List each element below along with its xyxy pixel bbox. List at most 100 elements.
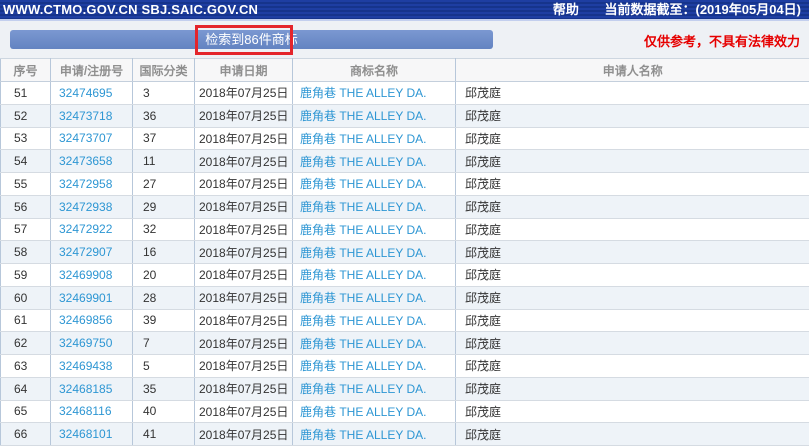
result-count-banner[interactable]: 检索到86件商标: [10, 30, 493, 49]
table-row: 56 32472938 29 2018年07月25日 鹿角巷 THE ALLEY DA.…: [0, 195, 809, 219]
trademark-name-link[interactable]: 鹿角巷 THE ALLEY DA.: [300, 291, 427, 305]
trademark-name-link[interactable]: 鹿角巷 THE ALLEY DA.: [300, 86, 427, 100]
table-row: 66 32468101 41 2018年07月25日 鹿角巷 THE ALLEY DA.…: [0, 422, 809, 446]
header-trademark-name: 商标名称: [292, 58, 456, 82]
header-applicant-name: 申请人名称: [455, 58, 809, 82]
cell-seq: 66: [0, 422, 51, 446]
results-table-body: 51 32474695 3 2018年07月25日 鹿角巷 THE ALLEY DA. 邱…: [0, 81, 809, 446]
cell-applicant-name: 邱茂庭: [455, 400, 809, 424]
table-cell: 鹿角巷 THE ALLEY DA.: [292, 172, 456, 196]
topbar-right-group: 帮助 当前数据截至：(2019年05月04日): [553, 0, 801, 19]
cell-intl-class: 37: [132, 127, 195, 151]
application-number-link[interactable]: 32473658: [59, 154, 112, 168]
trademark-name-link[interactable]: 鹿角巷 THE ALLEY DA.: [300, 223, 427, 237]
table-cell: 32469856: [50, 309, 133, 333]
table-cell: 鹿角巷 THE ALLEY DA.: [292, 240, 456, 264]
cell-intl-class: 40: [132, 400, 195, 424]
application-number-link[interactable]: 32469438: [59, 359, 112, 373]
cell-seq: 59: [0, 263, 51, 287]
table-cell: 32468185: [50, 377, 133, 401]
cell-seq: 51: [0, 81, 51, 105]
table-cell: 32474695: [50, 81, 133, 105]
table-cell: 32473718: [50, 104, 133, 128]
legal-disclaimer-text: 仅供参考，不具有法律效力: [643, 34, 800, 49]
trademark-name-link[interactable]: 鹿角巷 THE ALLEY DA.: [300, 405, 427, 419]
cell-seq: 52: [0, 104, 51, 128]
cell-application-date: 2018年07月25日: [194, 309, 293, 333]
table-row: 62 32469750 7 2018年07月25日 鹿角巷 THE ALLEY DA. 邱…: [0, 331, 809, 355]
cell-intl-class: 28: [132, 286, 195, 310]
trademark-name-link[interactable]: 鹿角巷 THE ALLEY DA.: [300, 337, 427, 351]
cell-seq: 57: [0, 218, 51, 242]
trademark-name-link[interactable]: 鹿角巷 THE ALLEY DA.: [300, 177, 427, 191]
cell-application-date: 2018年07月25日: [194, 286, 293, 310]
application-number-link[interactable]: 32473707: [59, 131, 112, 145]
table-cell: 鹿角巷 THE ALLEY DA.: [292, 331, 456, 355]
trademark-name-link[interactable]: 鹿角巷 THE ALLEY DA.: [300, 268, 427, 282]
help-link[interactable]: 帮助: [553, 2, 579, 17]
table-cell: 鹿角巷 THE ALLEY DA.: [292, 104, 456, 128]
cell-intl-class: 32: [132, 218, 195, 242]
cell-application-date: 2018年07月25日: [194, 172, 293, 196]
application-number-link[interactable]: 32469901: [59, 291, 112, 305]
trademark-name-link[interactable]: 鹿角巷 THE ALLEY DA.: [300, 382, 427, 396]
cell-intl-class: 16: [132, 240, 195, 264]
cell-intl-class: 29: [132, 195, 195, 219]
table-cell: 32468101: [50, 422, 133, 446]
cell-seq: 54: [0, 149, 51, 173]
table-row: 60 32469901 28 2018年07月25日 鹿角巷 THE ALLEY DA.…: [0, 286, 809, 310]
cell-applicant-name: 邱茂庭: [455, 149, 809, 173]
table-cell: 32469901: [50, 286, 133, 310]
table-row: 52 32473718 36 2018年07月25日 鹿角巷 THE ALLEY DA.…: [0, 104, 809, 128]
cell-application-date: 2018年07月25日: [194, 104, 293, 128]
trademark-name-link[interactable]: 鹿角巷 THE ALLEY DA.: [300, 200, 427, 214]
cell-application-date: 2018年07月25日: [194, 422, 293, 446]
trademark-name-link[interactable]: 鹿角巷 THE ALLEY DA.: [300, 132, 427, 146]
table-row: 57 32472922 32 2018年07月25日 鹿角巷 THE ALLEY DA.…: [0, 218, 809, 242]
table-cell: 鹿角巷 THE ALLEY DA.: [292, 354, 456, 378]
trademark-name-link[interactable]: 鹿角巷 THE ALLEY DA.: [300, 359, 427, 373]
cell-applicant-name: 邱茂庭: [455, 127, 809, 151]
cell-applicant-name: 邱茂庭: [455, 309, 809, 333]
cell-intl-class: 39: [132, 309, 195, 333]
application-number-link[interactable]: 32473718: [59, 109, 112, 123]
cell-application-date: 2018年07月25日: [194, 127, 293, 151]
trademark-name-link[interactable]: 鹿角巷 THE ALLEY DA.: [300, 109, 427, 123]
application-number-link[interactable]: 32474695: [59, 86, 112, 100]
cell-seq: 64: [0, 377, 51, 401]
table-cell: 鹿角巷 THE ALLEY DA.: [292, 81, 456, 105]
table-cell: 32472922: [50, 218, 133, 242]
table-row: 54 32473658 11 2018年07月25日 鹿角巷 THE ALLEY DA.…: [0, 149, 809, 173]
application-number-link[interactable]: 32472922: [59, 222, 112, 236]
cell-application-date: 2018年07月25日: [194, 377, 293, 401]
application-number-link[interactable]: 32469908: [59, 268, 112, 282]
trademark-name-link[interactable]: 鹿角巷 THE ALLEY DA.: [300, 246, 427, 260]
table-cell: 鹿角巷 THE ALLEY DA.: [292, 309, 456, 333]
application-number-link[interactable]: 32472938: [59, 200, 112, 214]
table-row: 51 32474695 3 2018年07月25日 鹿角巷 THE ALLEY DA. 邱…: [0, 81, 809, 105]
application-number-link[interactable]: 32468116: [59, 404, 112, 418]
trademark-name-link[interactable]: 鹿角巷 THE ALLEY DA.: [300, 428, 427, 442]
cell-applicant-name: 邱茂庭: [455, 81, 809, 105]
cell-applicant-name: 邱茂庭: [455, 377, 809, 401]
application-number-link[interactable]: 32472958: [59, 177, 112, 191]
cell-application-date: 2018年07月25日: [194, 195, 293, 219]
cell-intl-class: 7: [132, 331, 195, 355]
application-number-link[interactable]: 32469856: [59, 313, 112, 327]
table-cell: 鹿角巷 THE ALLEY DA.: [292, 149, 456, 173]
trademark-name-link[interactable]: 鹿角巷 THE ALLEY DA.: [300, 314, 427, 328]
application-number-link[interactable]: 32469750: [59, 336, 112, 350]
cell-seq: 56: [0, 195, 51, 219]
header-seq: 序号: [0, 58, 51, 82]
cell-applicant-name: 邱茂庭: [455, 286, 809, 310]
cell-application-date: 2018年07月25日: [194, 400, 293, 424]
table-row: 65 32468116 40 2018年07月25日 鹿角巷 THE ALLEY DA.…: [0, 400, 809, 424]
application-number-link[interactable]: 32468185: [59, 382, 112, 396]
table-cell: 鹿角巷 THE ALLEY DA.: [292, 218, 456, 242]
application-number-link[interactable]: 32472907: [59, 245, 112, 259]
table-cell: 32473707: [50, 127, 133, 151]
trademark-name-link[interactable]: 鹿角巷 THE ALLEY DA.: [300, 155, 427, 169]
results-table-header: 序号 申请/注册号 国际分类 申请日期 商标名称 申请人名称: [0, 58, 809, 82]
cell-applicant-name: 邱茂庭: [455, 331, 809, 355]
application-number-link[interactable]: 32468101: [59, 427, 112, 441]
